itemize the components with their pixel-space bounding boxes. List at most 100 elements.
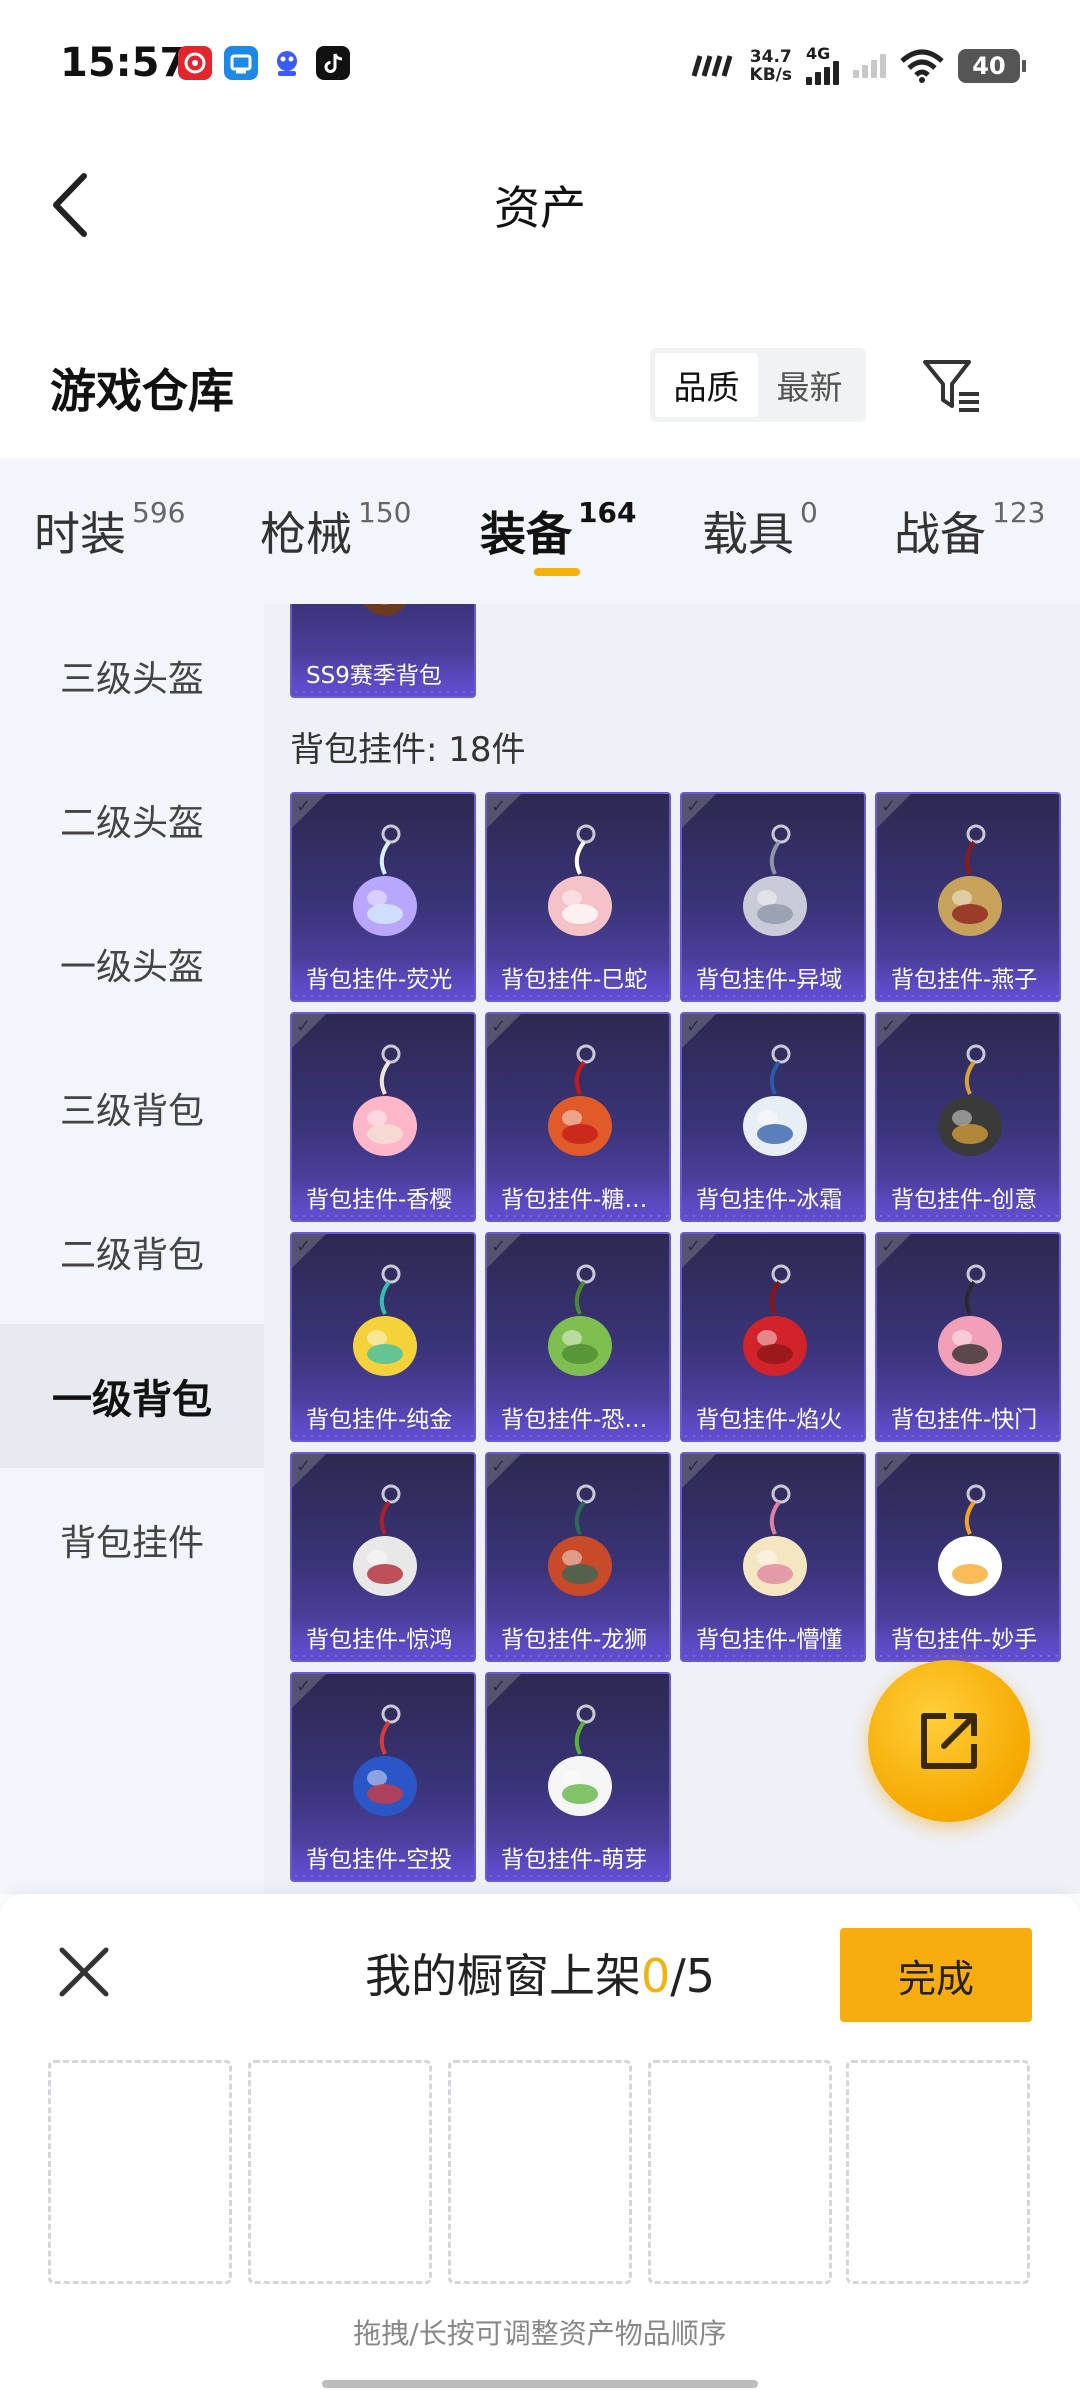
checkmark-icon[interactable]: ✓ bbox=[296, 1236, 311, 1257]
sort-option-quality[interactable]: 品质 bbox=[655, 353, 758, 417]
robot-charm-icon bbox=[717, 1038, 833, 1168]
checkmark-icon[interactable]: ✓ bbox=[296, 1456, 311, 1477]
card-dots bbox=[292, 1434, 474, 1438]
tab-supplies[interactable]: 战备 123 bbox=[894, 496, 1045, 564]
checkmark-icon[interactable]: ✓ bbox=[881, 1456, 896, 1477]
item-card[interactable]: ✓ 背包挂件-香樱 bbox=[290, 1012, 476, 1222]
checkmark-icon[interactable]: ✓ bbox=[491, 1016, 506, 1037]
checkmark-icon[interactable]: ✓ bbox=[491, 1236, 506, 1257]
status-bar: 15:57 34.7 KB/s 4G 40 bbox=[0, 0, 1080, 130]
swallow-charm-icon bbox=[912, 818, 1028, 948]
sidebar-item-level2-helmet[interactable]: 二级头盔 bbox=[0, 748, 264, 892]
item-card[interactable]: ✓ 背包挂件-异域 bbox=[680, 792, 866, 1002]
net-speed: 34.7 KB/s bbox=[750, 48, 792, 84]
baidu-app-icon bbox=[270, 46, 304, 80]
net-speed-value: 34.7 bbox=[749, 47, 792, 67]
item-card[interactable]: ✓ 背包挂件-空投 bbox=[290, 1672, 476, 1882]
tab-equipment[interactable]: 装备 164 bbox=[480, 496, 636, 564]
checkmark-icon[interactable]: ✓ bbox=[686, 1236, 701, 1257]
item-card[interactable]: ✓ 背包挂件-焰火 bbox=[680, 1232, 866, 1442]
checkmark-icon[interactable]: ✓ bbox=[686, 796, 701, 817]
item-card[interactable]: ✓ 背包挂件-冰霜 bbox=[680, 1012, 866, 1222]
checkmark-icon[interactable]: ✓ bbox=[686, 1016, 701, 1037]
checkmark-icon[interactable]: ✓ bbox=[296, 1676, 311, 1697]
status-time: 15:57 bbox=[60, 40, 188, 86]
share-button[interactable] bbox=[868, 1660, 1030, 1822]
showcase-slot[interactable] bbox=[448, 2060, 632, 2284]
sort-option-latest[interactable]: 最新 bbox=[758, 353, 861, 417]
checkmark-icon[interactable]: ✓ bbox=[491, 1676, 506, 1697]
checkmark-icon[interactable]: ✓ bbox=[686, 1456, 701, 1477]
item-card[interactable]: ✓ 背包挂件-巳蛇 bbox=[485, 792, 671, 1002]
checkmark-icon[interactable]: ✓ bbox=[296, 1016, 311, 1037]
sidebar-item-level1-helmet[interactable]: 一级头盔 bbox=[0, 892, 264, 1036]
checkmark-icon[interactable]: ✓ bbox=[881, 1236, 896, 1257]
sidebar-item-level1-backpack[interactable]: 一级背包 bbox=[0, 1324, 264, 1468]
checkmark-icon[interactable]: ✓ bbox=[491, 1456, 506, 1477]
item-card[interactable]: ✓ 背包挂件-燕子 bbox=[875, 792, 1061, 1002]
card-dots bbox=[292, 1874, 474, 1878]
card-dots bbox=[487, 1434, 669, 1438]
filter-button[interactable] bbox=[918, 352, 986, 420]
done-button[interactable]: 完成 bbox=[840, 1928, 1032, 2022]
page-title: 资产 bbox=[494, 181, 586, 235]
hd-icon bbox=[691, 55, 732, 77]
card-dots bbox=[682, 1434, 864, 1438]
bottle-opener-charm-icon bbox=[327, 1258, 443, 1388]
card-dots bbox=[292, 690, 474, 694]
group-label: 背包挂件: 18件 bbox=[290, 730, 526, 770]
tab-count: 0 bbox=[800, 496, 818, 529]
checkmark-icon[interactable]: ✓ bbox=[881, 796, 896, 817]
checkmark-icon[interactable]: ✓ bbox=[296, 796, 311, 817]
card-dots bbox=[292, 1214, 474, 1218]
net-speed-unit: KB/s bbox=[749, 65, 792, 85]
tassel-ring-charm-icon bbox=[327, 1478, 443, 1608]
sidebar-item-level3-backpack[interactable]: 三级背包 bbox=[0, 1036, 264, 1180]
canister-charm-icon bbox=[912, 1038, 1028, 1168]
sidebar-item-level3-helmet[interactable]: 三级头盔 bbox=[0, 604, 264, 748]
tab-label: 载具 bbox=[702, 507, 794, 561]
card-dots bbox=[877, 1214, 1059, 1218]
reorder-hint: 拖拽/长按可调整资产物品顺序 bbox=[353, 2317, 727, 2350]
tab-fashion[interactable]: 时装 596 bbox=[34, 496, 186, 564]
netease-music-icon bbox=[178, 46, 212, 80]
sidebar-item-level2-backpack[interactable]: 二级背包 bbox=[0, 1180, 264, 1324]
item-card[interactable]: ✓ 背包挂件-创意 bbox=[875, 1012, 1061, 1222]
checkmark-icon[interactable]: ✓ bbox=[881, 1016, 896, 1037]
card-dots bbox=[682, 994, 864, 998]
item-card[interactable]: ✓ 背包挂件-惊鸿 bbox=[290, 1452, 476, 1662]
cherry-blossom-charm-icon bbox=[327, 1038, 443, 1168]
item-card[interactable]: SS9赛季背包 bbox=[290, 604, 476, 698]
showcase-slot[interactable] bbox=[248, 2060, 432, 2284]
tab-vehicles[interactable]: 载具 0 bbox=[702, 496, 818, 564]
item-card[interactable]: ✓ 背包挂件-妙手 bbox=[875, 1452, 1061, 1662]
item-card[interactable]: ✓ 背包挂件-快门 bbox=[875, 1232, 1061, 1442]
tab-count: 596 bbox=[132, 496, 186, 529]
pink-fox-charm-icon bbox=[522, 818, 638, 948]
item-card[interactable]: ✓ 背包挂件-恐龙蛋 bbox=[485, 1232, 671, 1442]
card-dots bbox=[487, 1654, 669, 1658]
tab-firearms[interactable]: 枪械 150 bbox=[260, 496, 411, 564]
showcase-slot[interactable] bbox=[48, 2060, 232, 2284]
item-card[interactable]: ✓ 背包挂件-萌芽 bbox=[485, 1672, 671, 1882]
showcase-count-total: /5 bbox=[670, 1949, 716, 2003]
dino-egg-charm-icon bbox=[522, 1258, 638, 1388]
battery-indicator: 40 bbox=[958, 49, 1026, 83]
filter-icon bbox=[923, 360, 979, 412]
feather-charm-icon bbox=[717, 1478, 833, 1608]
checkmark-icon[interactable]: ✓ bbox=[491, 796, 506, 817]
item-card[interactable]: ✓ 背包挂件-荧光 bbox=[290, 792, 476, 1002]
item-card[interactable]: ✓ 背包挂件-懵懂 bbox=[680, 1452, 866, 1662]
item-card[interactable]: ✓ 背包挂件-糖葫芦 bbox=[485, 1012, 671, 1222]
showcase-slot[interactable] bbox=[846, 2060, 1030, 2284]
daisy-charm-icon bbox=[912, 1478, 1028, 1608]
sidebar-item-backpack-charm[interactable]: 背包挂件 bbox=[0, 1468, 264, 1612]
sprout-charm-icon bbox=[522, 1698, 638, 1828]
tab-label: 枪械 bbox=[260, 507, 352, 561]
showcase-slot[interactable] bbox=[648, 2060, 832, 2284]
wifi-icon bbox=[900, 49, 944, 83]
item-card[interactable]: ✓ 背包挂件-纯金 bbox=[290, 1232, 476, 1442]
item-card[interactable]: ✓ 背包挂件-龙狮 bbox=[485, 1452, 671, 1662]
card-dots bbox=[292, 1654, 474, 1658]
backpack-icon bbox=[327, 604, 443, 626]
